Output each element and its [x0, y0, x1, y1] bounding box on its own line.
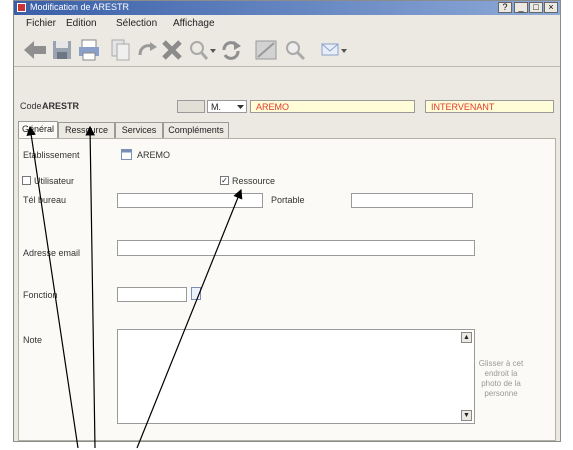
role-field[interactable]: INTERVENANT [425, 100, 554, 113]
back-arrow-icon[interactable] [22, 38, 48, 62]
code-label: Code [20, 101, 42, 111]
civility-prefix-button[interactable] [177, 100, 205, 113]
civility-dropdown-icon[interactable] [236, 102, 245, 111]
window: Modification de ARESTR ? _ □ × Fichier E… [13, 0, 561, 442]
delete-icon[interactable] [161, 38, 183, 62]
tel-bureau-label: Tél bureau [23, 195, 67, 205]
window-title: Modification de ARESTR [30, 2, 130, 12]
search-icon[interactable] [189, 38, 209, 62]
menu-bar: Fichier Edition Sélection Affichage [14, 16, 560, 32]
dropdown-arrow-icon[interactable] [209, 38, 217, 62]
toolbar [14, 34, 560, 67]
etablissement-label: Etablissement [23, 150, 80, 160]
copy-icon[interactable] [109, 38, 131, 62]
scroll-down-button[interactable]: ▼ [461, 410, 472, 421]
name-value: AREMO [256, 102, 290, 112]
close-button[interactable]: × [544, 2, 558, 13]
email-field[interactable] [117, 240, 475, 256]
civility-select[interactable]: M. [207, 100, 247, 113]
role-value: INTERVENANT [431, 102, 495, 112]
menu-fichier[interactable]: Fichier [26, 18, 56, 29]
mail-icon[interactable] [320, 38, 340, 62]
etablissement-value: AREMO [137, 150, 171, 160]
portable-label: Portable [271, 195, 305, 205]
tab-services[interactable]: Services [115, 122, 163, 138]
title-bar: Modification de ARESTR ? _ □ × [14, 1, 560, 15]
scroll-up-button[interactable]: ▲ [461, 332, 472, 343]
minimize-button[interactable]: _ [514, 2, 528, 13]
code-value: ARESTR [42, 101, 80, 111]
menu-selection[interactable]: Sélection [116, 18, 157, 29]
print-icon[interactable] [77, 38, 101, 62]
fonction-field[interactable] [117, 287, 187, 302]
tel-bureau-field[interactable] [117, 193, 263, 208]
utilisateur-checkbox[interactable] [22, 176, 31, 185]
ressource-checkbox[interactable]: ✓ [220, 176, 229, 185]
zoom-icon[interactable] [284, 38, 306, 62]
calendar-icon[interactable] [121, 149, 132, 160]
menu-edition[interactable]: Edition [66, 18, 97, 29]
fonction-label: Fonction [23, 290, 58, 300]
photo-drop-hint[interactable]: Glisser à cet endroit la photo de la per… [476, 359, 526, 399]
email-label: Adresse email [23, 248, 81, 258]
help-button[interactable]: ? [498, 2, 512, 13]
note-label: Note [23, 335, 43, 345]
tab-ressource[interactable]: Ressource [58, 122, 115, 138]
tab-general[interactable]: Général [18, 121, 58, 138]
record-header: Code ARESTR M. AREMO INTERVENANT [14, 97, 560, 117]
redo-icon[interactable] [136, 38, 158, 62]
app-icon [17, 3, 26, 12]
menu-affichage[interactable]: Affichage [173, 18, 215, 29]
resize-icon[interactable] [254, 38, 278, 62]
ressource-label: Ressource [232, 176, 276, 186]
maximize-button[interactable]: □ [529, 2, 543, 13]
utilisateur-label: Utilisateur [34, 176, 75, 186]
note-textarea[interactable]: ▲ ▼ [117, 329, 475, 424]
fonction-list-icon[interactable] [191, 287, 201, 300]
save-icon[interactable] [51, 38, 73, 62]
mail-dropdown-icon[interactable] [340, 38, 348, 62]
portable-field[interactable] [351, 193, 473, 208]
name-field[interactable]: AREMO [250, 100, 415, 113]
refresh-icon[interactable] [219, 38, 243, 62]
civility-value: M. [211, 102, 221, 112]
tab-complements[interactable]: Compléments [163, 122, 229, 138]
